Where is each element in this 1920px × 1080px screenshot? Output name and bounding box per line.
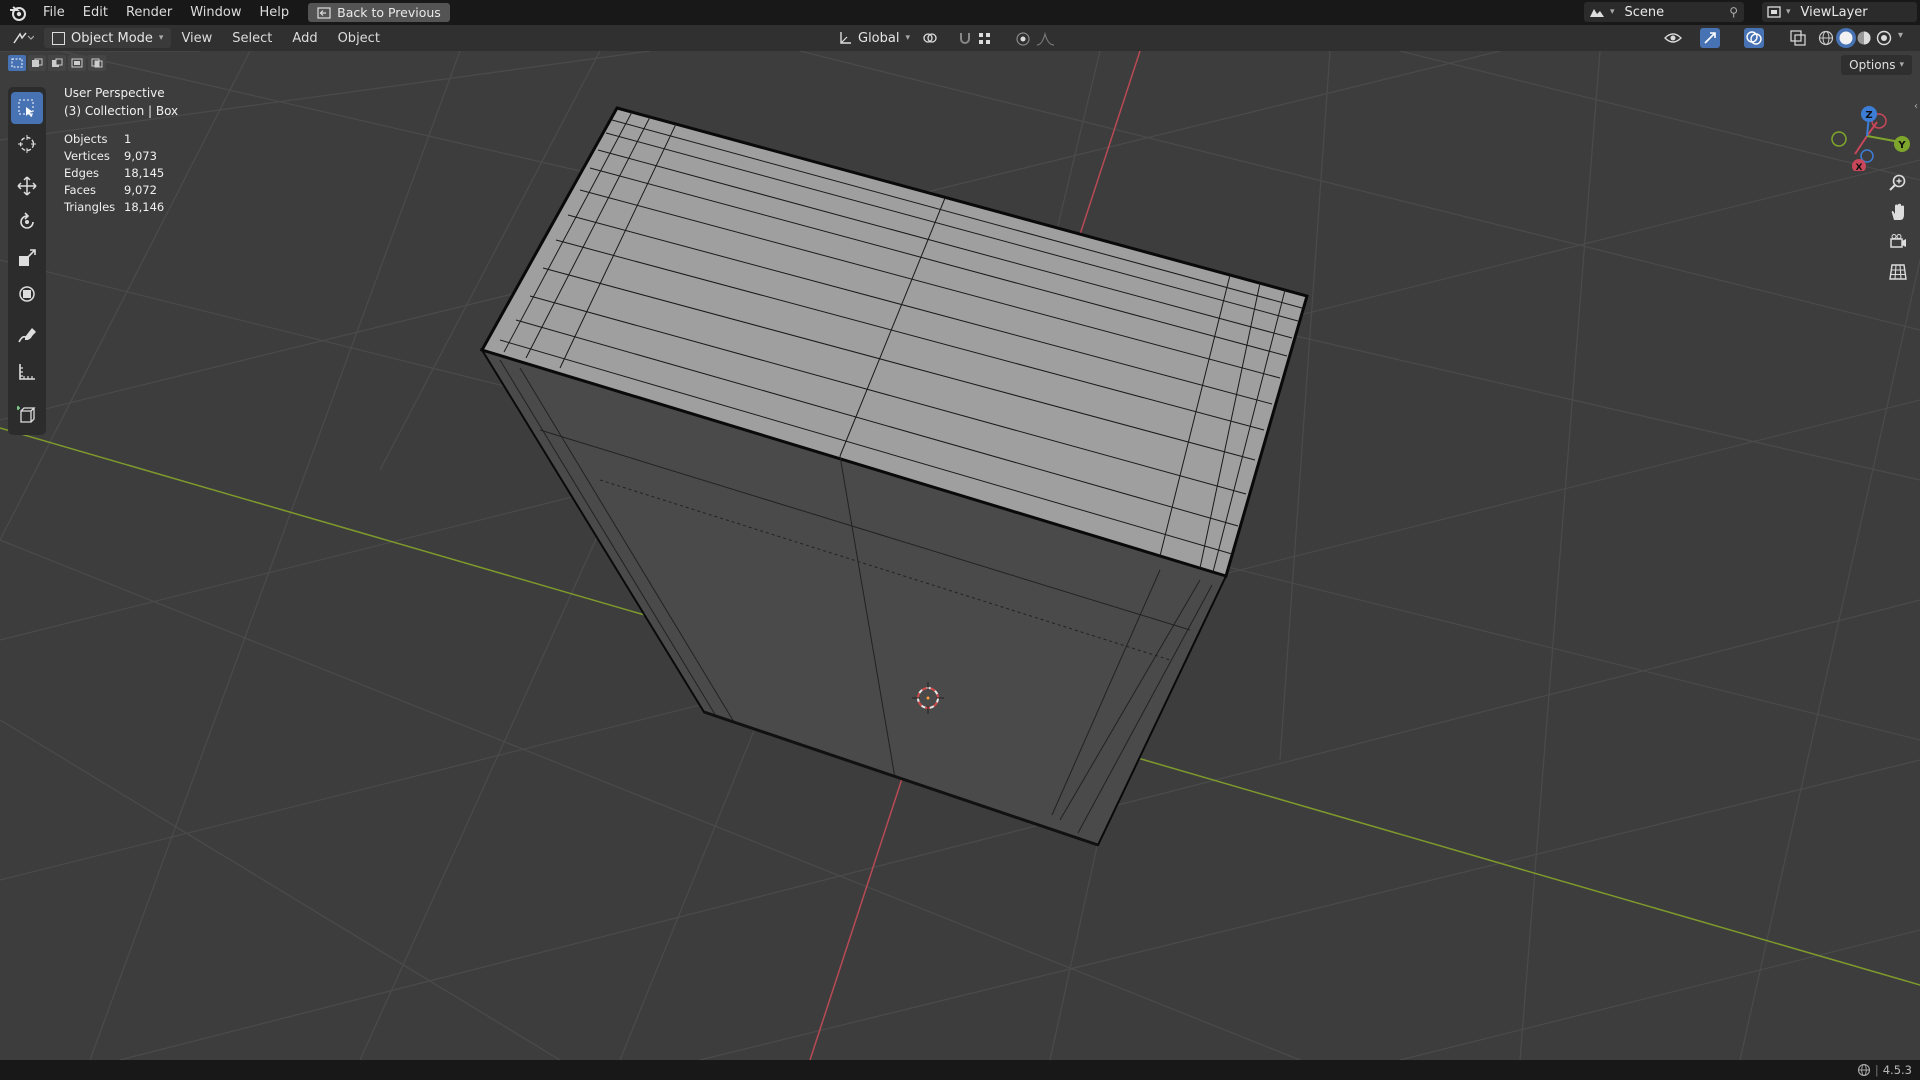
chevron-down-icon: ▾ bbox=[1786, 7, 1791, 17]
material-shading-icon[interactable] bbox=[1856, 30, 1872, 46]
view-layer-icon bbox=[1767, 6, 1781, 18]
viewport-header: Object Mode ▾ View Select Add Object Glo… bbox=[0, 25, 1920, 51]
pivot-point-icon[interactable] bbox=[922, 30, 938, 46]
select-intersect-icon[interactable] bbox=[88, 55, 106, 71]
gizmo-x-label: X bbox=[1856, 163, 1863, 171]
sidebar-toggle-icon[interactable]: ‹ bbox=[1914, 101, 1918, 112]
measure-icon[interactable] bbox=[11, 356, 43, 388]
overlays-toggle-icon[interactable] bbox=[1744, 28, 1764, 48]
chevron-down-icon[interactable]: ▾ bbox=[1898, 30, 1903, 41]
orientation-label: Global bbox=[858, 30, 900, 46]
scene-name: Scene bbox=[1624, 4, 1665, 20]
stat-value: 1 bbox=[124, 132, 132, 146]
stat-label: Objects bbox=[64, 132, 108, 146]
camera-icon[interactable] bbox=[1884, 228, 1912, 256]
gizmo-y-label: Y bbox=[1897, 140, 1906, 151]
visibility-icon[interactable] bbox=[1664, 30, 1682, 46]
scene-selector[interactable]: ▾ Scene ⚲ bbox=[1584, 2, 1744, 22]
rendered-shading-icon[interactable] bbox=[1876, 30, 1892, 46]
chevron-down-icon: ▾ bbox=[1899, 60, 1904, 70]
scene-icon bbox=[1590, 9, 1604, 17]
object-mode-label: Object Mode bbox=[71, 30, 153, 46]
status-separator: | bbox=[1874, 1063, 1879, 1077]
transform-orientation-dropdown[interactable]: Global ▾ bbox=[838, 28, 910, 48]
object-mode-icon bbox=[52, 31, 65, 45]
tool-shelf bbox=[8, 87, 46, 435]
status-bar: | 4.5.3 bbox=[0, 1060, 1920, 1080]
active-collection-label: (3) Collection | Box bbox=[64, 104, 179, 118]
menu-edit[interactable]: Edit bbox=[74, 5, 117, 20]
viewport-info-overlay: User Perspective (3) Collection | Box Ob… bbox=[64, 86, 178, 214]
annotate-icon[interactable] bbox=[11, 320, 43, 352]
options-dropdown[interactable]: Options ▾ bbox=[1841, 55, 1912, 75]
stat-value: 9,072 bbox=[124, 183, 157, 197]
gizmo-z-label: Z bbox=[1865, 110, 1872, 121]
select-new-icon[interactable] bbox=[8, 55, 26, 71]
blender-logo-icon[interactable] bbox=[8, 3, 28, 23]
gizmo-neg-y-icon[interactable] bbox=[1831, 131, 1847, 147]
select-extend-icon[interactable] bbox=[28, 55, 46, 71]
back-to-previous-button[interactable]: Back to Previous bbox=[308, 3, 450, 22]
move-icon[interactable] bbox=[11, 170, 43, 202]
navigation-gizmo[interactable]: Z Y X bbox=[1822, 91, 1912, 171]
scene-statistics: Objects 1 Vertices 9,073 Edges 18,145 Faces… bbox=[64, 132, 178, 214]
select-subtract-icon[interactable] bbox=[48, 55, 66, 71]
transform-icon[interactable] bbox=[11, 278, 43, 310]
grid-view-icon[interactable] bbox=[1884, 258, 1912, 286]
gizmo-toggle-icon[interactable] bbox=[1700, 28, 1720, 48]
selection-mode-group bbox=[8, 55, 106, 71]
select-invert-icon[interactable] bbox=[68, 55, 86, 71]
stat-label: Vertices bbox=[64, 149, 110, 163]
stat-value: 18,145 bbox=[124, 166, 165, 180]
falloff-curve-icon[interactable] bbox=[1036, 31, 1056, 46]
chevron-down-icon: ▾ bbox=[905, 33, 911, 43]
solid-shading-icon[interactable] bbox=[1836, 28, 1856, 48]
stat-label: Edges bbox=[64, 166, 99, 180]
snap-target-icon[interactable] bbox=[978, 31, 992, 45]
top-menu-bar: File Edit Render Window Help Back to Pre… bbox=[0, 0, 1920, 25]
pan-hand-icon[interactable] bbox=[1884, 198, 1912, 226]
stat-value: 9,073 bbox=[124, 149, 157, 163]
editor-type-icon[interactable] bbox=[12, 30, 34, 46]
object-mode-dropdown[interactable]: Object Mode ▾ bbox=[44, 28, 172, 48]
view-layer-name: ViewLayer bbox=[1800, 4, 1868, 20]
scale-icon[interactable] bbox=[11, 242, 43, 274]
menu-file[interactable]: File bbox=[34, 5, 74, 20]
back-arrow-icon bbox=[317, 6, 331, 19]
chevron-down-icon: ▾ bbox=[158, 33, 164, 43]
3d-viewport[interactable]: Z Y X bbox=[0, 51, 1920, 1060]
proportional-editing-icon[interactable] bbox=[1016, 31, 1030, 46]
options-label: Options bbox=[1849, 58, 1896, 72]
stat-value: 18,146 bbox=[124, 200, 165, 214]
stat-label: Triangles bbox=[64, 200, 116, 214]
add-cube-icon[interactable] bbox=[11, 398, 43, 430]
rotate-icon[interactable] bbox=[11, 206, 43, 238]
menu-select[interactable]: Select bbox=[222, 31, 282, 46]
back-to-previous-label: Back to Previous bbox=[337, 5, 441, 20]
chevron-down-icon: ▾ bbox=[1610, 7, 1615, 17]
xray-toggle-icon[interactable] bbox=[1790, 30, 1806, 46]
pin-icon[interactable]: ⚲ bbox=[1729, 5, 1738, 19]
blender-version: 4.5.3 bbox=[1882, 1063, 1912, 1077]
stat-label: Faces bbox=[64, 183, 96, 197]
orientation-axes-icon bbox=[840, 32, 851, 44]
menu-window[interactable]: Window bbox=[181, 5, 250, 20]
zoom-icon[interactable] bbox=[1884, 168, 1912, 196]
menu-view[interactable]: View bbox=[171, 31, 222, 46]
menu-help[interactable]: Help bbox=[251, 5, 299, 20]
network-globe-icon[interactable] bbox=[1857, 1063, 1871, 1077]
cursor-icon[interactable] bbox=[11, 128, 43, 160]
view-layer-selector[interactable]: ▾ ViewLayer bbox=[1762, 2, 1917, 22]
menu-object[interactable]: Object bbox=[328, 31, 390, 46]
menu-add[interactable]: Add bbox=[282, 31, 327, 46]
select-box-icon[interactable] bbox=[11, 92, 43, 124]
wireframe-shading-icon[interactable] bbox=[1818, 30, 1834, 46]
snap-toggle-icon[interactable] bbox=[957, 30, 973, 46]
menu-render[interactable]: Render bbox=[117, 5, 181, 20]
view-perspective-label: User Perspective bbox=[64, 86, 165, 100]
viewport-canvas bbox=[0, 51, 1920, 1060]
